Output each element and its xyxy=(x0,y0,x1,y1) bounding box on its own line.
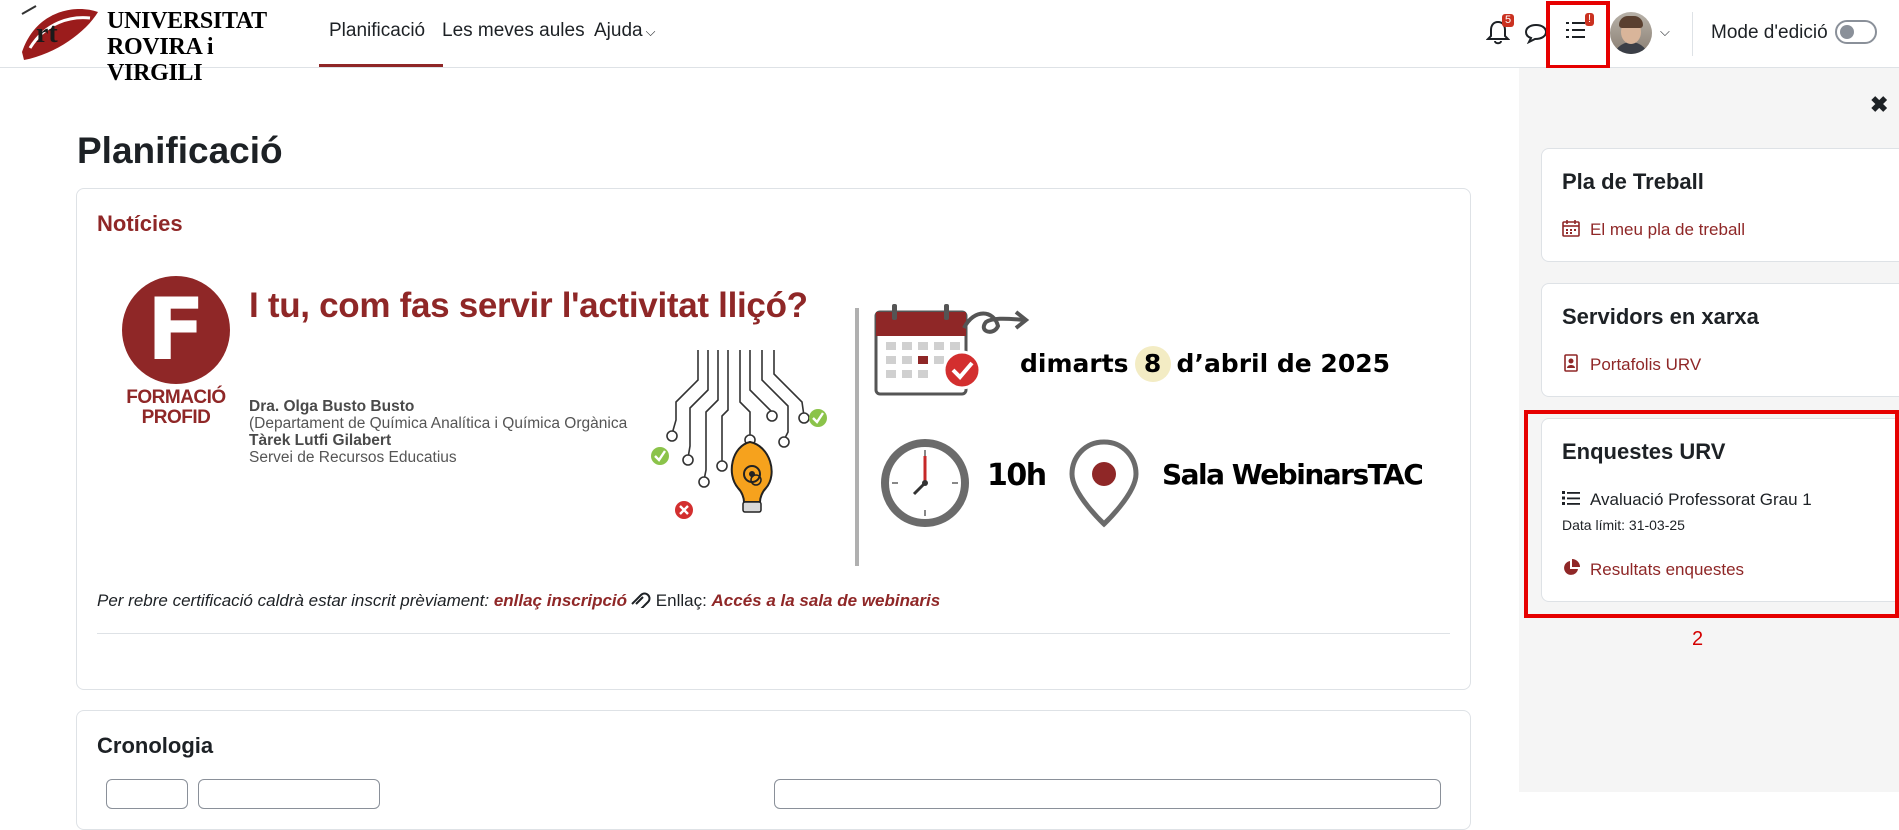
timeline-sort-button[interactable] xyxy=(198,779,380,809)
block-title: Pla de Treball xyxy=(1562,169,1704,194)
user-avatar[interactable] xyxy=(1610,12,1652,54)
urv-logo-mark: rt xyxy=(21,5,98,60)
nav-planificacio[interactable]: Planificació xyxy=(319,20,444,67)
header-divider xyxy=(1692,12,1693,56)
banner-room: Sala WebinarsTAC xyxy=(1162,458,1424,491)
chat-bubble-icon xyxy=(1524,23,1548,45)
block-title: Servidors en xarxa xyxy=(1562,304,1759,329)
formacio-logo: F xyxy=(122,276,230,384)
paperclip-icon xyxy=(631,592,651,611)
news-certification-text: Per rebre certificació caldrà estar insc… xyxy=(97,591,940,611)
banner-speakers: Dra. Olga Busto Busto (Departament de Qu… xyxy=(249,398,628,466)
link-portafolis-urv[interactable]: Portafolis URV xyxy=(1562,354,1701,375)
calendar-check-icon xyxy=(874,304,1030,396)
user-menu-chevron-icon[interactable]: ⌵ xyxy=(1660,24,1670,40)
annotation-2: 2 xyxy=(1692,628,1704,650)
university-logo[interactable]: rt UNIVERSITAT ROVIRA i VIRGILI xyxy=(16,2,286,86)
event-banner-image: F FORMACIÓ PROFID I tu, com fas servir l… xyxy=(96,250,1424,570)
highlight-box-2 xyxy=(1524,410,1899,618)
logo-text: UNIVERSITAT ROVIRA i VIRGILI xyxy=(107,8,267,86)
nav-ajuda[interactable]: Ajuda ⌵ xyxy=(594,20,655,42)
registration-link[interactable]: enllaç inscripció xyxy=(494,591,627,610)
nav-ajuda-label: Ajuda xyxy=(594,20,643,41)
cert-text: Per rebre certificació caldrà estar insc… xyxy=(97,591,494,610)
banner-time: 10h xyxy=(987,458,1047,493)
edit-mode-toggle[interactable] xyxy=(1835,20,1877,44)
clock-icon xyxy=(881,439,969,527)
timeline-card: Cronologia xyxy=(76,710,1471,830)
notifications-badge: 5 xyxy=(1502,14,1515,27)
link-label: Enllaç: xyxy=(651,591,712,610)
news-title[interactable]: Notícies xyxy=(97,211,183,237)
calendar-icon xyxy=(1562,220,1580,237)
location-pin-icon xyxy=(1069,439,1139,528)
block-pla-de-treball: Pla de Treball El meu pla de treball xyxy=(1541,148,1899,262)
page-title: Planificació xyxy=(77,130,283,171)
timeline-title: Cronologia xyxy=(97,733,214,758)
avatar-hair xyxy=(1619,16,1643,28)
formacio-caption: FORMACIÓ PROFID xyxy=(126,387,226,428)
close-drawer-icon[interactable]: ✖ xyxy=(1870,92,1888,118)
block-servidors-en-xarxa: Servidors en xarxa Portafolis URV xyxy=(1541,283,1899,397)
chevron-down-icon: ⌵ xyxy=(645,24,656,39)
edit-mode-label: Mode d'edició xyxy=(1711,22,1828,43)
timeline-search-input[interactable] xyxy=(774,779,1441,809)
toggle-knob xyxy=(1840,25,1854,39)
timeline-filter-button[interactable] xyxy=(106,779,188,809)
nav-les-meves-aules[interactable]: Les meves aules xyxy=(442,20,585,42)
notifications-button[interactable]: 5 xyxy=(1485,14,1515,50)
link-el-meu-pla-de-treball[interactable]: El meu pla de treball xyxy=(1562,219,1745,240)
messages-button[interactable] xyxy=(1524,22,1548,49)
portfolio-icon xyxy=(1564,354,1578,372)
news-divider xyxy=(97,633,1450,634)
banner-divider xyxy=(855,308,859,566)
svg-text:rt: rt xyxy=(36,18,58,49)
webinar-room-link[interactable]: Accés a la sala de webinaris xyxy=(712,591,941,610)
highlight-box-1 xyxy=(1546,1,1610,69)
banner-headline: I tu, com fas servir l'activitat lliçó? xyxy=(249,286,808,325)
banner-date: dimarts 8 d’abril de 2025 xyxy=(1020,346,1390,382)
